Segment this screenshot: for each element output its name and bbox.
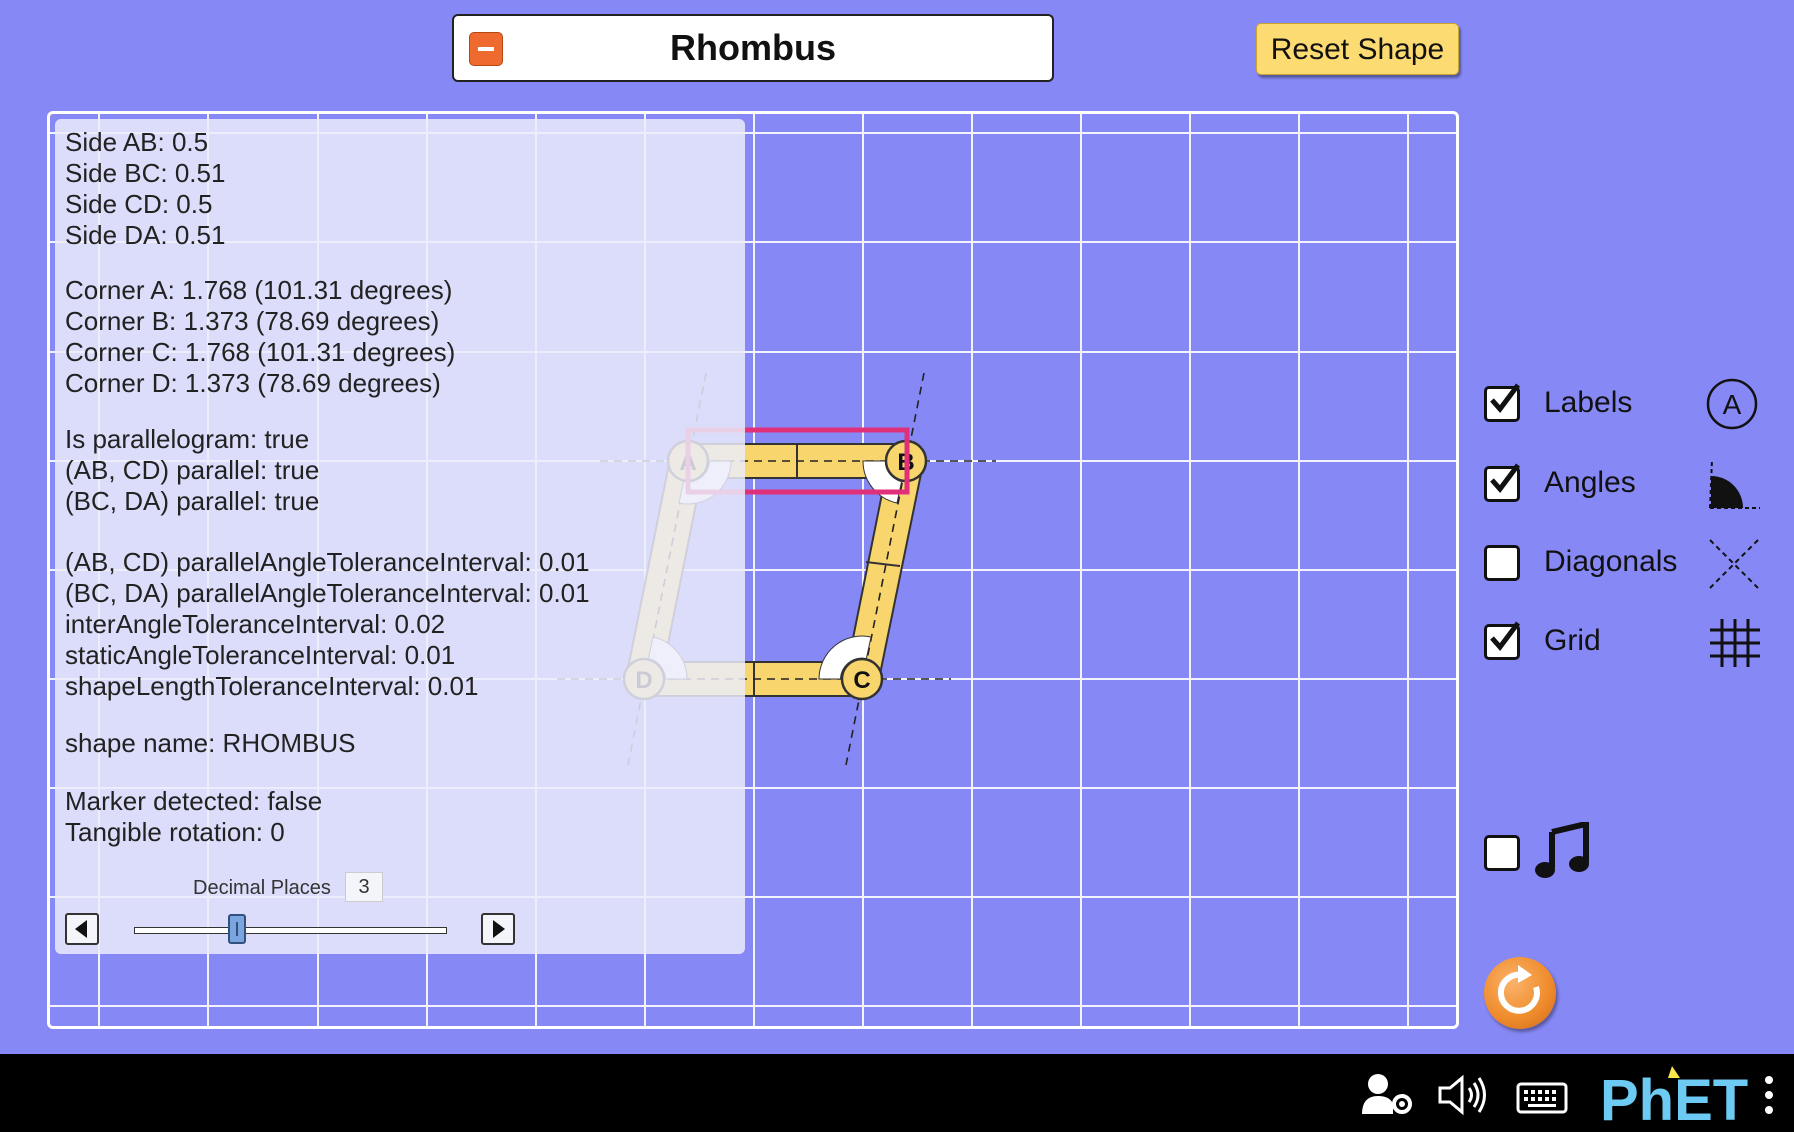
bc-da-tolerance-info: (BC, DA) parallelAngleToleranceInterval:…: [65, 578, 590, 608]
decimal-places-label: Decimal Places: [193, 877, 331, 899]
bc-da-parallel-info: (BC, DA) parallel: true: [65, 486, 320, 516]
decimal-places-slider-thumb[interactable]: [228, 914, 246, 944]
check-icon: [1490, 621, 1520, 651]
decimal-places-decrement-button[interactable]: [65, 913, 99, 945]
music-note-icon: [1534, 820, 1592, 885]
shape-length-tolerance-info: shapeLengthToleranceInterval: 0.01: [65, 671, 479, 701]
more-menu-icon[interactable]: [1762, 1074, 1776, 1118]
marker-detected-info: Marker detected: false: [65, 786, 323, 816]
grid-checkbox[interactable]: [1484, 621, 1520, 660]
ab-cd-tolerance-info: (AB, CD) parallelAngleToleranceInterval:…: [65, 547, 590, 577]
corner-d-info: Corner D: 1.373 (78.69 degrees): [65, 368, 441, 398]
labels-icon-letter: A: [1723, 389, 1742, 420]
preferences-icon[interactable]: [1360, 1072, 1416, 1116]
vertex-c[interactable]: C: [840, 657, 884, 701]
angles-checkbox[interactable]: [1484, 463, 1520, 502]
diagonals-label: Diagonals: [1544, 545, 1678, 578]
diagonals-checkbox[interactable]: [1484, 545, 1520, 581]
grid-icon: [1708, 617, 1762, 674]
phet-logo[interactable]: PhET: [1598, 1064, 1748, 1128]
reset-arrow-icon: [1497, 965, 1540, 1014]
tangible-rotation-info: Tangible rotation: 0: [65, 817, 285, 847]
navigation-bar: PhET: [0, 1054, 1794, 1132]
keyboard-icon[interactable]: [1516, 1078, 1568, 1114]
is-parallelogram-info: Is parallelogram: true: [65, 424, 310, 454]
static-angle-tolerance-info: staticAngleToleranceInterval: 0.01: [65, 640, 456, 670]
triangle-right-icon: [493, 920, 505, 938]
labels-checkbox[interactable]: [1484, 383, 1520, 422]
decimal-places-increment-button[interactable]: [481, 913, 515, 945]
labels-label: Labels: [1544, 386, 1633, 419]
side-da-info: Side DA: 0.51: [65, 220, 226, 250]
debug-info-panel: Side AB: 0.5 Side BC: 0.51 Side CD: 0.5 …: [55, 119, 745, 954]
grid-label: Grid: [1544, 624, 1601, 657]
decimal-places-slider-track[interactable]: [134, 927, 447, 934]
vertex-c-label: C: [853, 667, 870, 694]
angles-label: Angles: [1544, 466, 1636, 499]
diagonals-icon: [1706, 536, 1762, 597]
check-icon: [1490, 463, 1520, 493]
side-ab-info: Side AB: 0.5: [65, 127, 209, 157]
reset-all-button[interactable]: [1484, 957, 1556, 1029]
side-cd-info: Side CD: 0.5: [65, 189, 213, 219]
angle-icon: [1706, 456, 1764, 519]
decimal-places-value: 3: [345, 872, 383, 902]
triangle-left-icon: [75, 920, 87, 938]
check-icon: [1490, 383, 1520, 413]
inter-angle-tolerance-info: interAngleToleranceInterval: 0.02: [65, 609, 446, 639]
corner-c-info: Corner C: 1.768 (101.31 degrees): [65, 337, 456, 367]
labels-icon: A: [1706, 378, 1758, 430]
side-bc-info: Side BC: 0.51: [65, 158, 226, 188]
ab-cd-parallel-info: (AB, CD) parallel: true: [65, 455, 320, 485]
corner-a-info: Corner A: 1.768 (101.31 degrees): [65, 275, 453, 305]
shape-name-info: shape name: RHOMBUS: [65, 728, 356, 758]
corner-b-info: Corner B: 1.373 (78.69 degrees): [65, 306, 440, 336]
sound-checkbox[interactable]: [1484, 835, 1520, 871]
audio-icon[interactable]: [1436, 1074, 1488, 1116]
